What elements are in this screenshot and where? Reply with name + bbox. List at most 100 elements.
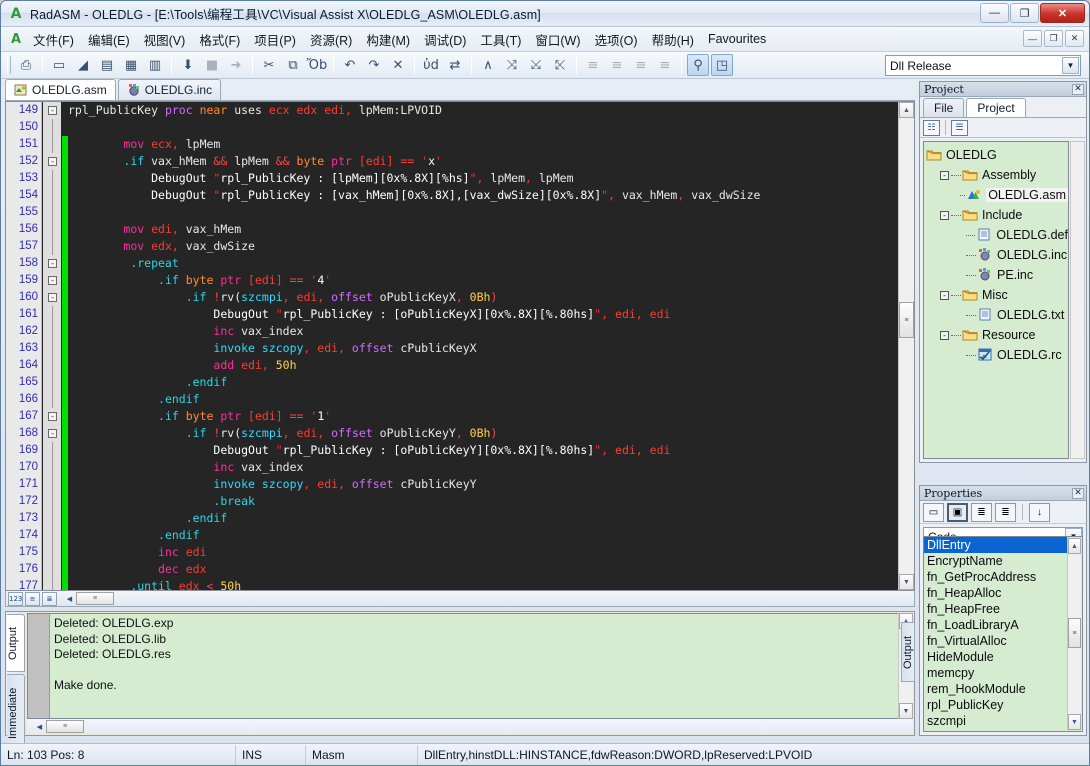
document-tab-oledlg-asm[interactable]: OLEDLG.asm <box>5 79 116 100</box>
properties-list-item[interactable]: szcmpi <box>924 713 1067 729</box>
code-line[interactable]: invoke szcopy, edi, offset cPublicKeyY <box>68 476 898 493</box>
output-hscroll-left-arrow[interactable]: ◀ <box>33 720 46 733</box>
editor-vertical-scrollbar[interactable]: ▲ ≡ ▼ <box>898 102 914 590</box>
menu-item-3[interactable]: 格式(F) <box>192 27 247 52</box>
menu-item-9[interactable]: 窗口(W) <box>528 27 587 52</box>
tab-project[interactable]: Project <box>966 98 1025 117</box>
tab-immediate[interactable]: Immediate <box>7 674 25 752</box>
tree-item[interactable]: -Assembly <box>926 165 1068 185</box>
copy-icon[interactable]: ⧉ <box>282 54 304 76</box>
code-line[interactable]: inc vax_index <box>68 459 898 476</box>
code-line[interactable]: mov ecx, lpMem <box>68 136 898 153</box>
properties-list-item[interactable]: fn_GetProcAddress <box>924 569 1067 585</box>
fold-collapse-icon[interactable]: - <box>48 293 57 302</box>
code-line[interactable]: .if byte ptr [edi] == '1' <box>68 408 898 425</box>
fold-collapse-icon[interactable]: - <box>48 106 57 115</box>
vertical-scroll-thumb[interactable]: ≡ <box>899 302 914 338</box>
assemble-icon[interactable]: ⤩ <box>525 54 547 76</box>
code-line[interactable]: .until edx < 50h <box>68 578 898 590</box>
code-line[interactable]: add edi, 50h <box>68 357 898 374</box>
menu-item-10[interactable]: 选项(O) <box>588 27 645 52</box>
toggle-panel-icon[interactable]: ◳ <box>711 54 733 76</box>
mdi-close-button[interactable]: ✕ <box>1065 30 1084 47</box>
tree-item[interactable]: OLEDLG.rc <box>926 345 1068 365</box>
fold-collapse-icon[interactable]: - <box>48 259 57 268</box>
bookmark-list-toggle[interactable]: ≣ <box>42 592 57 606</box>
menu-item-7[interactable]: 调试(D) <box>417 27 473 52</box>
menu-item-5[interactable]: 资源(R) <box>303 27 359 52</box>
expand-all-icon[interactable]: ☷ <box>923 120 940 136</box>
properties-view-icon[interactable]: ▭ <box>923 503 944 522</box>
properties-list-item[interactable]: HideModule <box>924 649 1067 665</box>
menu-item-0[interactable]: 文件(F) <box>26 27 81 52</box>
properties-list-scrollbar[interactable]: ▲ ≡ ▼ <box>1067 538 1081 730</box>
open-folder-icon[interactable]: ◢ <box>72 54 94 76</box>
print-icon[interactable]: ⎙ <box>15 54 37 76</box>
code-view-icon[interactable]: ▣ <box>947 503 968 522</box>
document-tab-oledlg-inc[interactable]: OLEDLG.inc <box>118 79 221 100</box>
output-scroll-down-button[interactable]: ▼ <box>899 703 913 719</box>
tree-collapse-icon[interactable]: - <box>940 291 949 300</box>
make-icon[interactable]: ⤪ <box>549 54 571 76</box>
code-line[interactable]: .endif <box>68 374 898 391</box>
code-line[interactable] <box>68 119 898 136</box>
code-line[interactable]: inc edi <box>68 544 898 561</box>
properties-list[interactable]: DllEntryEncryptNamefn_GetProcAddressfn_H… <box>923 536 1083 732</box>
code-line[interactable]: mov edx, vax_dwSize <box>68 238 898 255</box>
save-all-icon[interactable]: ▦ <box>120 54 142 76</box>
code-line[interactable]: dec edx <box>68 561 898 578</box>
properties-scroll-down-button[interactable]: ▼ <box>1068 714 1081 730</box>
code-line[interactable]: DebugOut "rpl_PublicKey : [oPublicKeyY][… <box>68 442 898 459</box>
code-line[interactable]: .if !rv(szcmpi, edi, offset oPublicKeyX,… <box>68 289 898 306</box>
save-icon[interactable]: ▤ <box>96 54 118 76</box>
new-project-icon[interactable]: ▥ <box>144 54 166 76</box>
properties-list-item[interactable]: fn_LoadLibraryA <box>924 617 1067 633</box>
cut-icon[interactable]: ✂ <box>258 54 280 76</box>
delete-icon[interactable]: ✕ <box>387 54 409 76</box>
output-content[interactable]: Deleted: OLEDLG.exp Deleted: OLEDLG.lib … <box>27 613 913 719</box>
undo-icon[interactable]: ↶ <box>339 54 361 76</box>
tab-output[interactable]: Output <box>7 614 25 672</box>
code-line[interactable]: DebugOut "rpl_PublicKey : [oPublicKeyX][… <box>68 306 898 323</box>
close-icon[interactable]: ✕ <box>1072 84 1084 95</box>
menu-item-4[interactable]: 项目(P) <box>247 27 303 52</box>
tree-item[interactable]: OLEDLG.inc <box>926 245 1068 265</box>
code-line[interactable]: .endif <box>68 391 898 408</box>
fold-collapse-icon[interactable]: - <box>48 276 57 285</box>
code-line[interactable]: mov edi, vax_hMem <box>68 221 898 238</box>
properties-list-item[interactable]: fn_VirtualAlloc <box>924 633 1067 649</box>
code-line[interactable]: rpl_PublicKey proc near uses ecx edx edi… <box>68 102 898 119</box>
project-tree[interactable]: OLEDLG-AssemblyOLEDLG.asm-IncludeOLEDLG.… <box>923 141 1069 459</box>
redo-icon[interactable]: ↷ <box>363 54 385 76</box>
open-project-icon[interactable]: ⬇ <box>177 54 199 76</box>
menu-item-8[interactable]: 工具(T) <box>473 27 528 52</box>
properties-scroll-up-button[interactable]: ▲ <box>1068 538 1081 554</box>
code-line[interactable]: invoke szcopy, edi, offset cPublicKeyX <box>68 340 898 357</box>
output-hscroll-thumb[interactable]: ≡ <box>46 720 84 733</box>
menu-item-6[interactable]: 构建(M) <box>359 27 417 52</box>
preview-icon[interactable]: ⚲ <box>687 54 709 76</box>
tree-item[interactable]: OLEDLG.def <box>926 225 1068 245</box>
properties-list-item[interactable]: DllEntry <box>924 537 1067 553</box>
mdi-minimize-button[interactable]: — <box>1023 30 1042 47</box>
menu-item-12[interactable]: Favourites <box>701 29 773 49</box>
properties-scroll-thumb[interactable]: ≡ <box>1068 618 1081 648</box>
properties-list-item[interactable]: rpl_PublicKey <box>924 697 1067 713</box>
menu-item-2[interactable]: 视图(V) <box>137 27 193 52</box>
collapse-all-icon[interactable]: ☰ <box>951 120 968 136</box>
project-tree-scrollbar[interactable] <box>1070 141 1085 459</box>
properties-list-item[interactable]: memcpy <box>924 665 1067 681</box>
sort-icon[interactable]: ↓ <box>1029 503 1050 522</box>
code-outline-toggle[interactable]: ≡ <box>25 592 40 606</box>
code-line[interactable]: .if vax_hMem && lpMem && byte ptr [edi] … <box>68 153 898 170</box>
code-line[interactable]: inc vax_index <box>68 323 898 340</box>
code-editor[interactable]: rpl_PublicKey proc near uses ecx edx edi… <box>5 101 915 591</box>
properties-list-item[interactable]: fn_HeapFree <box>924 601 1067 617</box>
code-line[interactable]: .endif <box>68 510 898 527</box>
properties-list-item[interactable]: EncryptName <box>924 553 1067 569</box>
fold-collapse-icon[interactable]: - <box>48 157 57 166</box>
tree-item[interactable]: OLEDLG.asm <box>926 185 1068 205</box>
close-button[interactable]: ✕ <box>1040 3 1085 23</box>
tree-item[interactable]: OLEDLG <box>926 145 1068 165</box>
properties-list-item[interactable]: fn_HeapAlloc <box>924 585 1067 601</box>
